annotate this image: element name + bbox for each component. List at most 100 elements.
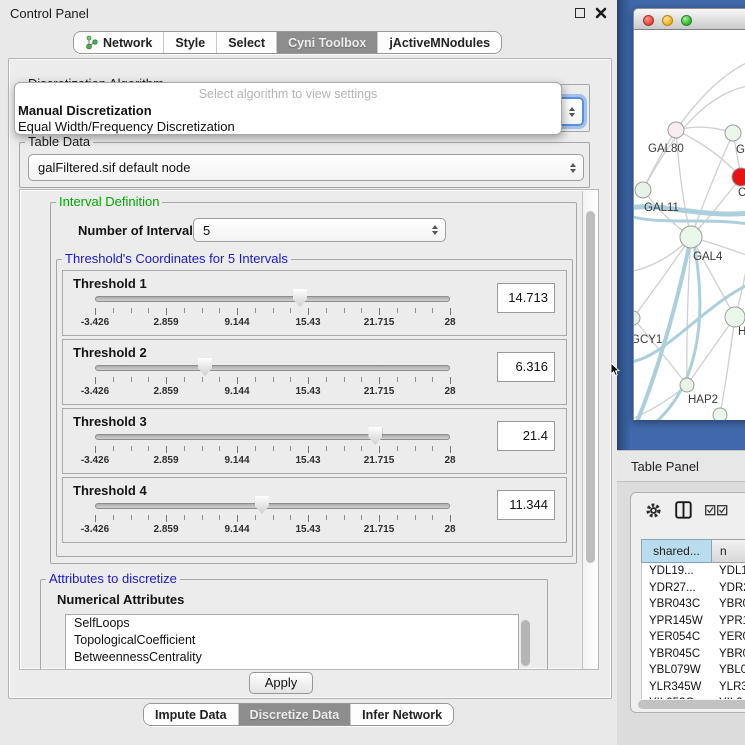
slider-thumb[interactable] — [293, 289, 307, 307]
network-canvas[interactable]: GAL80GACGAL11GAL4GCY1HHAP2 — [633, 30, 745, 420]
slider-thumb[interactable] — [198, 358, 212, 376]
cell-shared-name: YDL19... — [642, 563, 713, 580]
mouse-cursor — [610, 363, 621, 377]
cell-shared-name: YLR345W — [642, 679, 713, 696]
cell-shared-name: YBR045C — [642, 646, 713, 663]
slider-track[interactable] — [95, 503, 450, 509]
close-icon[interactable] — [595, 7, 607, 19]
table-row[interactable]: YBL079W YBL0 — [642, 662, 745, 679]
group-title: Threshold's Coordinates for 5 Intervals — [62, 251, 291, 267]
node-label: HAP2 — [688, 394, 718, 406]
checked-boxes-icon[interactable] — [705, 505, 728, 516]
column-header-name[interactable]: n — [712, 539, 745, 563]
threshold-slider[interactable]: -3.4262.8599.14415.4321.71528 — [63, 271, 463, 337]
cell-name: YDR2 — [713, 580, 745, 597]
tab-infer-network[interactable]: Infer Network — [351, 704, 453, 725]
minimize-window-icon[interactable] — [662, 15, 673, 26]
dropdown-placeholder[interactable]: Select algorithm to view settings — [15, 83, 561, 102]
table-panel-titlebar: Table Panel — [617, 450, 745, 482]
network-node[interactable] — [725, 307, 745, 327]
tab-network[interactable]: Network — [74, 32, 164, 53]
slider-track[interactable] — [95, 434, 450, 440]
node-label: GAL80 — [648, 143, 684, 155]
cell-shared-name: YBR043C — [642, 596, 713, 613]
numerical-attribute-item[interactable]: BetweennessCentrality — [66, 649, 518, 666]
threshold-value-field[interactable]: 11.344 — [497, 490, 555, 520]
tab-jactivemnodules[interactable]: jActiveMNodules — [378, 32, 501, 53]
tab-label: Discretize Data — [250, 708, 340, 722]
table-horizontal-scrollbar[interactable] — [637, 699, 745, 710]
slider-track[interactable] — [95, 365, 450, 371]
cell-name: YDL1 — [713, 563, 745, 580]
network-desktop: GAL80GACGAL11GAL4GCY1HHAP2 — [617, 0, 745, 450]
numerical-attributes-list[interactable]: SelfLoops TopologicalCoefficient Between… — [65, 614, 519, 670]
threshold-value-field[interactable]: 14.713 — [497, 283, 555, 313]
threshold-slider[interactable]: -3.4262.8599.14415.4321.71528 — [63, 478, 463, 544]
network-node[interactable] — [668, 122, 684, 138]
slider-track[interactable] — [95, 296, 450, 302]
slider-thumb[interactable] — [255, 496, 269, 514]
threshold-panel: Threshold 4 -3.4262.8599.14415.4321.7152… — [62, 477, 567, 543]
network-node[interactable] — [680, 226, 702, 248]
threshold-value-field[interactable]: 6.316 — [497, 352, 555, 382]
node-attribute-table: shared... n YDL19... YDL1 YDR27... YDR2 … — [641, 539, 745, 701]
threshold-panel: Threshold 3 -3.4262.8599.14415.4321.7152… — [62, 408, 567, 474]
cyni-toolbox-panel: Discretization Algorithm Select algorith… — [8, 58, 612, 699]
threshold-panel: Threshold 1 -3.4262.8599.14415.4321.7152… — [62, 270, 567, 336]
tab-select[interactable]: Select — [217, 32, 277, 53]
app-root: Control Panel Network Style — [0, 0, 745, 745]
apply-button[interactable]: Apply — [249, 672, 313, 694]
close-window-icon[interactable] — [643, 15, 654, 26]
split-columns-icon[interactable] — [675, 501, 692, 519]
dropdown-option-manual[interactable]: Manual Discretization — [15, 102, 561, 118]
tab-impute-data[interactable]: Impute Data — [144, 704, 239, 725]
number-of-intervals-combobox[interactable]: 5 — [193, 218, 446, 242]
control-panel-tabs: Network Style Select Cyni Toolbo — [73, 31, 502, 54]
cell-name: YBR0 — [713, 596, 745, 613]
network-node[interactable] — [732, 168, 745, 186]
table-row[interactable]: YPR145W YPR1 — [642, 613, 745, 630]
column-header-shared-name[interactable]: shared... — [641, 539, 712, 563]
group-title: Interval Definition — [56, 194, 162, 210]
node-label: C — [738, 187, 745, 199]
threshold-slider[interactable]: -3.4262.8599.14415.4321.71528 — [63, 340, 463, 406]
table-row[interactable]: YER054C YER0 — [642, 629, 745, 646]
tab-discretize-data[interactable]: Discretize Data — [239, 704, 352, 725]
numerical-attribute-item[interactable]: TopologicalCoefficient — [66, 632, 518, 649]
cell-shared-name: YPR145W — [642, 613, 713, 630]
slider-thumb[interactable] — [368, 427, 382, 445]
cell-shared-name: YDR27... — [642, 580, 713, 597]
thresholds-group: Threshold's Coordinates for 5 Intervals … — [56, 259, 573, 557]
float-window-icon[interactable] — [575, 8, 585, 18]
group-title: Attributes to discretize — [46, 571, 180, 587]
cell-name: YPR1 — [713, 613, 745, 630]
tab-label: Network — [103, 36, 152, 50]
table-row[interactable]: YDL19... YDL1 — [642, 563, 745, 580]
table-row[interactable]: YDR27... YDR2 — [642, 580, 745, 597]
attributes-scrollbar[interactable] — [521, 620, 531, 670]
settings-vertical-scrollbar[interactable] — [582, 191, 597, 669]
numerical-attribute-item[interactable]: SelfLoops — [66, 615, 518, 632]
network-node[interactable] — [713, 408, 727, 420]
gear-icon[interactable] — [645, 502, 662, 519]
tab-cyni-toolbox[interactable]: Cyni Toolbox — [277, 32, 378, 53]
table-data-selected-value: galFiltered.sif default node — [38, 160, 190, 175]
tab-label: Impute Data — [155, 708, 227, 722]
network-window-titlebar[interactable] — [633, 8, 745, 30]
network-node[interactable] — [635, 182, 651, 198]
algorithm-dropdown-popup: Select algorithm to view settings Manual… — [14, 82, 562, 135]
threshold-slider[interactable]: -3.4262.8599.14415.4321.71528 — [63, 409, 463, 475]
network-node[interactable] — [680, 378, 694, 392]
table-data-combobox[interactable]: galFiltered.sif default node — [28, 154, 584, 181]
table-row[interactable]: YLR345W YLR3 — [642, 679, 745, 696]
tab-style[interactable]: Style — [164, 32, 217, 53]
table-row[interactable]: YBR043C YBR0 — [642, 596, 745, 613]
network-node[interactable] — [634, 311, 640, 325]
number-of-intervals-label: Number of Intervals — [78, 223, 200, 238]
number-of-intervals-value: 5 — [203, 223, 210, 238]
zoom-window-icon[interactable] — [681, 15, 692, 26]
network-node[interactable] — [725, 125, 741, 141]
threshold-value-field[interactable]: 21.4 — [497, 421, 555, 451]
dropdown-option-equal-width[interactable]: Equal Width/Frequency Discretization — [15, 118, 561, 134]
table-row[interactable]: YBR045C YBR0 — [642, 646, 745, 663]
